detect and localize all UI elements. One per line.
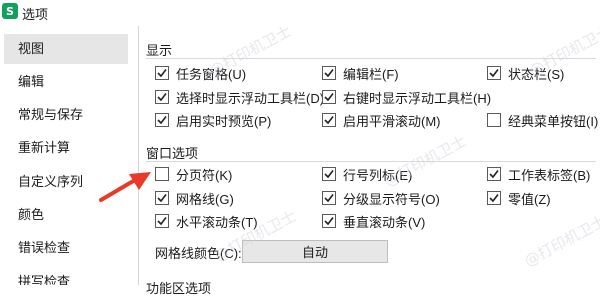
- sidebar-item-recalculate[interactable]: 重新计算: [0, 133, 132, 163]
- option-float-toolbar-on-select[interactable]: 选择时显示浮动工具栏(D): [155, 88, 324, 106]
- option-live-preview[interactable]: 启用实时预览(P): [155, 111, 271, 129]
- checkbox-checked[interactable]: [487, 167, 501, 181]
- option-label: 任务窗格(U): [176, 66, 247, 82]
- checkbox-unchecked[interactable]: [155, 167, 169, 181]
- sidebar-item-edit[interactable]: 编辑: [0, 67, 132, 97]
- option-formula-bar[interactable]: 编辑栏(F): [322, 64, 399, 82]
- option-label: 分级显示符号(O): [343, 191, 440, 207]
- option-vertical-scrollbar[interactable]: 垂直滚动条(V): [322, 212, 425, 230]
- option-label: 水平滚动条(T): [176, 214, 258, 230]
- option-label: 行号列标(E): [343, 167, 413, 183]
- option-task-pane[interactable]: 任务窗格(U): [155, 64, 246, 82]
- option-horizontal-scrollbar[interactable]: 水平滚动条(T): [155, 212, 258, 230]
- sidebar-item-error-checking[interactable]: 错误检查: [0, 233, 132, 263]
- checkbox-checked[interactable]: [322, 113, 336, 127]
- window-options-divider: [146, 161, 596, 162]
- title-bar: S 选项: [0, 0, 600, 24]
- option-gridlines[interactable]: 网格线(G): [155, 189, 234, 207]
- option-label: 选择时显示浮动工具栏(D): [176, 90, 325, 106]
- watermark: @打印机卫士: [521, 211, 600, 271]
- option-label: 分页符(K): [176, 167, 233, 183]
- option-classic-menu-button[interactable]: 经典菜单按钮(I): [487, 111, 598, 129]
- window-title: 选项: [22, 7, 49, 22]
- gridline-color-label: 网格线颜色(C):: [155, 246, 242, 261]
- checkbox-unchecked[interactable]: [487, 113, 501, 127]
- checkbox-checked[interactable]: [155, 214, 169, 228]
- display-section-divider: [146, 58, 596, 59]
- gridline-color-row: 网格线颜色(C): 自动: [155, 240, 388, 263]
- checkbox-checked[interactable]: [487, 66, 501, 80]
- sidebar-item-view[interactable]: 视图: [4, 34, 128, 64]
- options-sidebar: 视图 编辑 常规与保存 重新计算 自定义序列 颜色 错误检查 拼写检查: [0, 26, 139, 285]
- option-label: 经典菜单按钮(I): [508, 113, 599, 129]
- option-label: 垂直滚动条(V): [343, 214, 426, 230]
- sidebar-item-spell-check[interactable]: 拼写检查: [0, 267, 132, 285]
- option-float-toolbar-on-right-click[interactable]: 右键时显示浮动工具栏(H): [322, 88, 491, 106]
- option-label: 工作表标签(B): [508, 167, 591, 183]
- option-smooth-scrolling[interactable]: 启用平滑滚动(M): [322, 111, 441, 129]
- annotation-arrow-icon: [99, 172, 151, 202]
- gridline-color-dropdown[interactable]: 自动: [242, 240, 388, 263]
- option-label: 启用平滑滚动(M): [343, 113, 441, 129]
- checkbox-checked[interactable]: [155, 90, 169, 104]
- display-section-heading: 显示: [146, 43, 173, 58]
- option-label: 编辑栏(F): [343, 66, 399, 82]
- option-status-bar[interactable]: 状态栏(S): [487, 64, 564, 82]
- option-label: 右键时显示浮动工具栏(H): [343, 90, 492, 106]
- option-page-breaks[interactable]: 分页符(K): [155, 165, 232, 183]
- option-zero-values[interactable]: 零值(Z): [487, 189, 551, 207]
- app-icon: S: [2, 3, 18, 19]
- checkbox-checked[interactable]: [322, 90, 336, 104]
- ribbon-options-heading: 功能区选项: [146, 281, 212, 296]
- option-outline-symbols[interactable]: 分级显示符号(O): [322, 189, 440, 207]
- checkbox-checked[interactable]: [322, 214, 336, 228]
- option-label: 状态栏(S): [508, 66, 565, 82]
- checkbox-checked[interactable]: [155, 66, 169, 80]
- option-label: 启用实时预览(P): [176, 113, 272, 129]
- sidebar-item-general-save[interactable]: 常规与保存: [0, 100, 132, 130]
- checkbox-checked[interactable]: [322, 66, 336, 80]
- checkbox-checked[interactable]: [487, 191, 501, 205]
- window-options-heading: 窗口选项: [146, 146, 199, 161]
- checkbox-checked[interactable]: [155, 191, 169, 205]
- checkbox-checked[interactable]: [322, 191, 336, 205]
- checkbox-checked[interactable]: [155, 113, 169, 127]
- option-row-col-headers[interactable]: 行号列标(E): [322, 165, 412, 183]
- option-sheet-tabs[interactable]: 工作表标签(B): [487, 165, 590, 183]
- option-label: 零值(Z): [508, 191, 551, 207]
- option-label: 网格线(G): [176, 191, 234, 207]
- checkbox-checked[interactable]: [322, 167, 336, 181]
